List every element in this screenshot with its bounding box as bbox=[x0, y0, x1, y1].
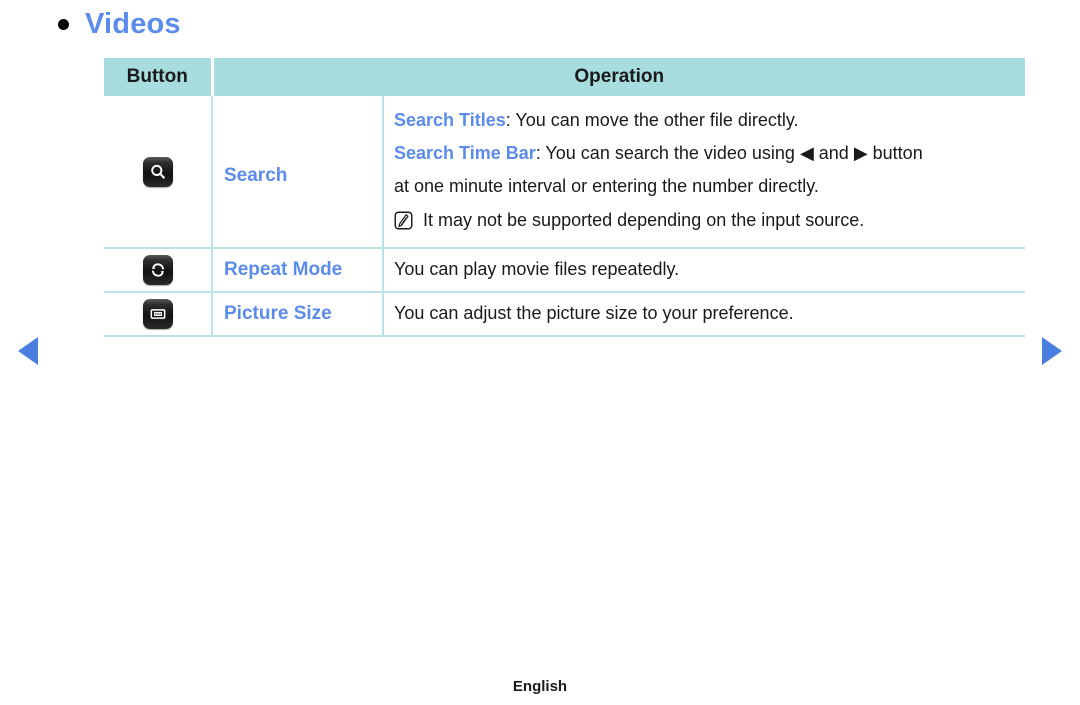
row-label: Search bbox=[212, 96, 384, 249]
button-icon-cell bbox=[104, 96, 213, 249]
table-row: Repeat Mode You can play movie files rep… bbox=[104, 248, 1026, 293]
note-icon bbox=[394, 211, 413, 230]
page-heading: Videos bbox=[58, 10, 181, 39]
operation-text: : You can move the other file directly. bbox=[505, 110, 799, 130]
table-row: Picture Size You can adjust the picture … bbox=[104, 292, 1026, 337]
operation-line: Search Time Bar: You can search the vide… bbox=[394, 137, 1025, 170]
column-header-button: Button bbox=[104, 58, 214, 96]
next-page-arrow-icon[interactable] bbox=[1042, 337, 1062, 365]
button-icon-cell bbox=[104, 248, 213, 293]
row-label: Picture Size bbox=[212, 292, 384, 337]
search-icon[interactable] bbox=[142, 156, 173, 187]
row-operation-description: You can adjust the picture size to your … bbox=[383, 292, 1026, 337]
previous-page-arrow-icon[interactable] bbox=[18, 337, 38, 365]
button-operation-table: Button Operation Search Search Titles: Y… bbox=[104, 58, 1026, 337]
table-row: Search Search Titles: You can move the o… bbox=[104, 96, 1026, 249]
operation-term: Search Titles bbox=[394, 110, 506, 130]
repeat-icon[interactable] bbox=[142, 255, 173, 285]
operation-term: Search Time Bar bbox=[394, 142, 536, 163]
page-title: Videos bbox=[85, 8, 181, 40]
row-operation-description: You can play movie files repeatedly. bbox=[383, 248, 1026, 293]
picture-size-icon[interactable] bbox=[142, 299, 173, 329]
note-line: It may not be supported depending on the… bbox=[394, 204, 1025, 237]
operation-line: Search Titles: You can move the other fi… bbox=[394, 104, 1025, 137]
table-header-row: Button Operation bbox=[104, 58, 1026, 96]
row-label: Repeat Mode bbox=[212, 248, 384, 293]
note-text: It may not be supported depending on the… bbox=[423, 210, 865, 231]
column-header-operation: Operation bbox=[212, 58, 1026, 96]
row-operation-description: Search Titles: You can move the other fi… bbox=[383, 96, 1026, 249]
bullet-point-icon bbox=[58, 19, 69, 30]
footer-language-label: English bbox=[512, 678, 568, 695]
operation-text: at one minute interval or entering the n… bbox=[394, 175, 819, 196]
operation-text: : You can search the video using ◀ and ▶… bbox=[535, 142, 923, 163]
operation-line: at one minute interval or entering the n… bbox=[394, 170, 1025, 203]
button-icon-cell bbox=[104, 292, 213, 337]
